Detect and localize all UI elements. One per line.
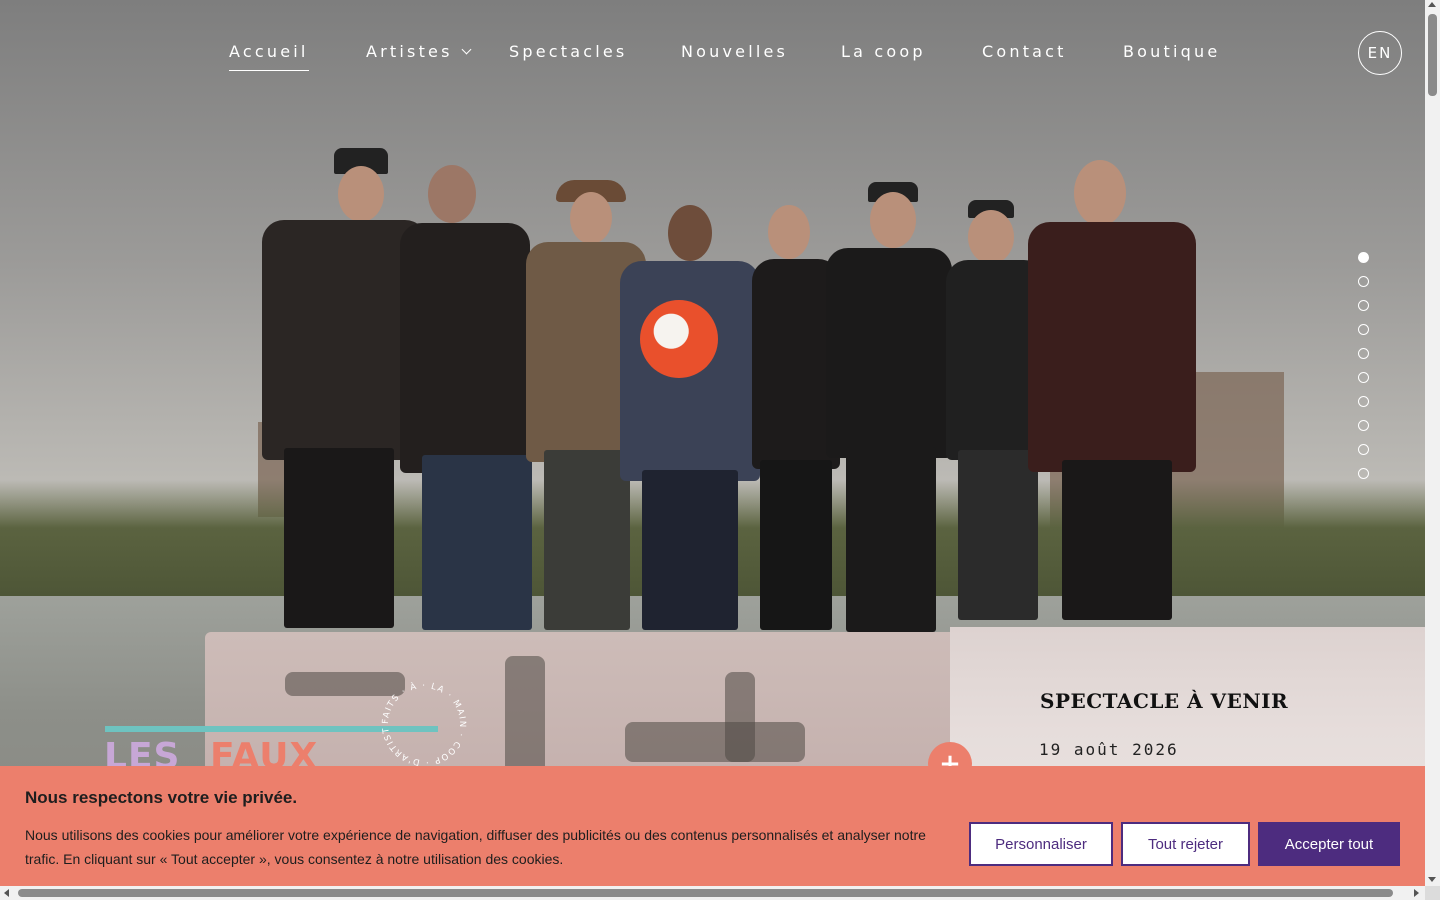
nav-item-accueil[interactable]: Accueil: [229, 42, 309, 71]
slider-dot[interactable]: [1358, 420, 1369, 431]
beach-ball: [640, 300, 718, 378]
scroll-up-arrow-icon[interactable]: [1428, 2, 1436, 7]
scroll-left-arrow-icon[interactable]: [4, 889, 9, 897]
chevron-down-icon: [461, 44, 472, 55]
horizontal-scroll-thumb[interactable]: [18, 889, 1393, 897]
nav-item-label: Artistes: [366, 42, 453, 61]
slider-dot[interactable]: [1358, 372, 1369, 383]
language-switch-button[interactable]: EN: [1358, 31, 1402, 75]
accept-all-button[interactable]: Accepter tout: [1258, 822, 1400, 866]
slider-dot[interactable]: [1358, 348, 1369, 359]
slider-dot[interactable]: [1358, 468, 1369, 479]
horizontal-scrollbar[interactable]: [0, 886, 1425, 900]
scroll-down-arrow-icon[interactable]: [1428, 877, 1436, 882]
slider-dot[interactable]: [1358, 396, 1369, 407]
main-nav: Accueil Artistes Spectacles Nouvelles La…: [0, 34, 1425, 74]
reject-all-button[interactable]: Tout rejeter: [1121, 822, 1250, 866]
logo-stamp: FAITS · À · LA · MAIN · COOP · D'ARTISTE…: [374, 674, 467, 767]
slider-dot[interactable]: [1358, 300, 1369, 311]
nav-item-nouvelles[interactable]: Nouvelles: [681, 42, 788, 61]
slider-dot-active[interactable]: [1358, 252, 1369, 263]
nav-item-la-coop[interactable]: La coop: [841, 42, 926, 61]
svg-text:FAITS · À · LA · MAIN · COOP ·: FAITS · À · LA · MAIN · COOP · D'ARTISTE…: [374, 674, 467, 767]
nav-item-artistes[interactable]: Artistes: [366, 42, 472, 61]
upcoming-show-date: 19 août 2026: [1039, 740, 1179, 759]
scrollbar-corner: [1425, 886, 1440, 900]
slider-pagination: [1358, 252, 1370, 492]
scroll-right-arrow-icon[interactable]: [1414, 889, 1419, 897]
customize-button[interactable]: Personnaliser: [969, 822, 1113, 866]
cookie-banner: Nous respectons votre vie privée. Nous u…: [0, 766, 1425, 886]
slider-dot[interactable]: [1358, 324, 1369, 335]
nav-item-contact[interactable]: Contact: [982, 42, 1067, 61]
cookie-text: Nous utilisons des cookies pour améliore…: [25, 827, 926, 867]
cookie-title: Nous respectons votre vie privée.: [25, 788, 298, 807]
slider-dot[interactable]: [1358, 444, 1369, 455]
logo-stamp-text: FAITS · À · LA · MAIN · COOP · D'ARTISTE…: [374, 674, 466, 767]
vertical-scrollbar[interactable]: [1425, 0, 1440, 886]
nav-item-spectacles[interactable]: Spectacles: [509, 42, 627, 61]
vertical-scroll-thumb[interactable]: [1428, 14, 1437, 96]
upcoming-show-title: SPECTACLE À VENIR: [1040, 689, 1289, 713]
slider-dot[interactable]: [1358, 276, 1369, 287]
nav-item-boutique[interactable]: Boutique: [1123, 42, 1220, 61]
